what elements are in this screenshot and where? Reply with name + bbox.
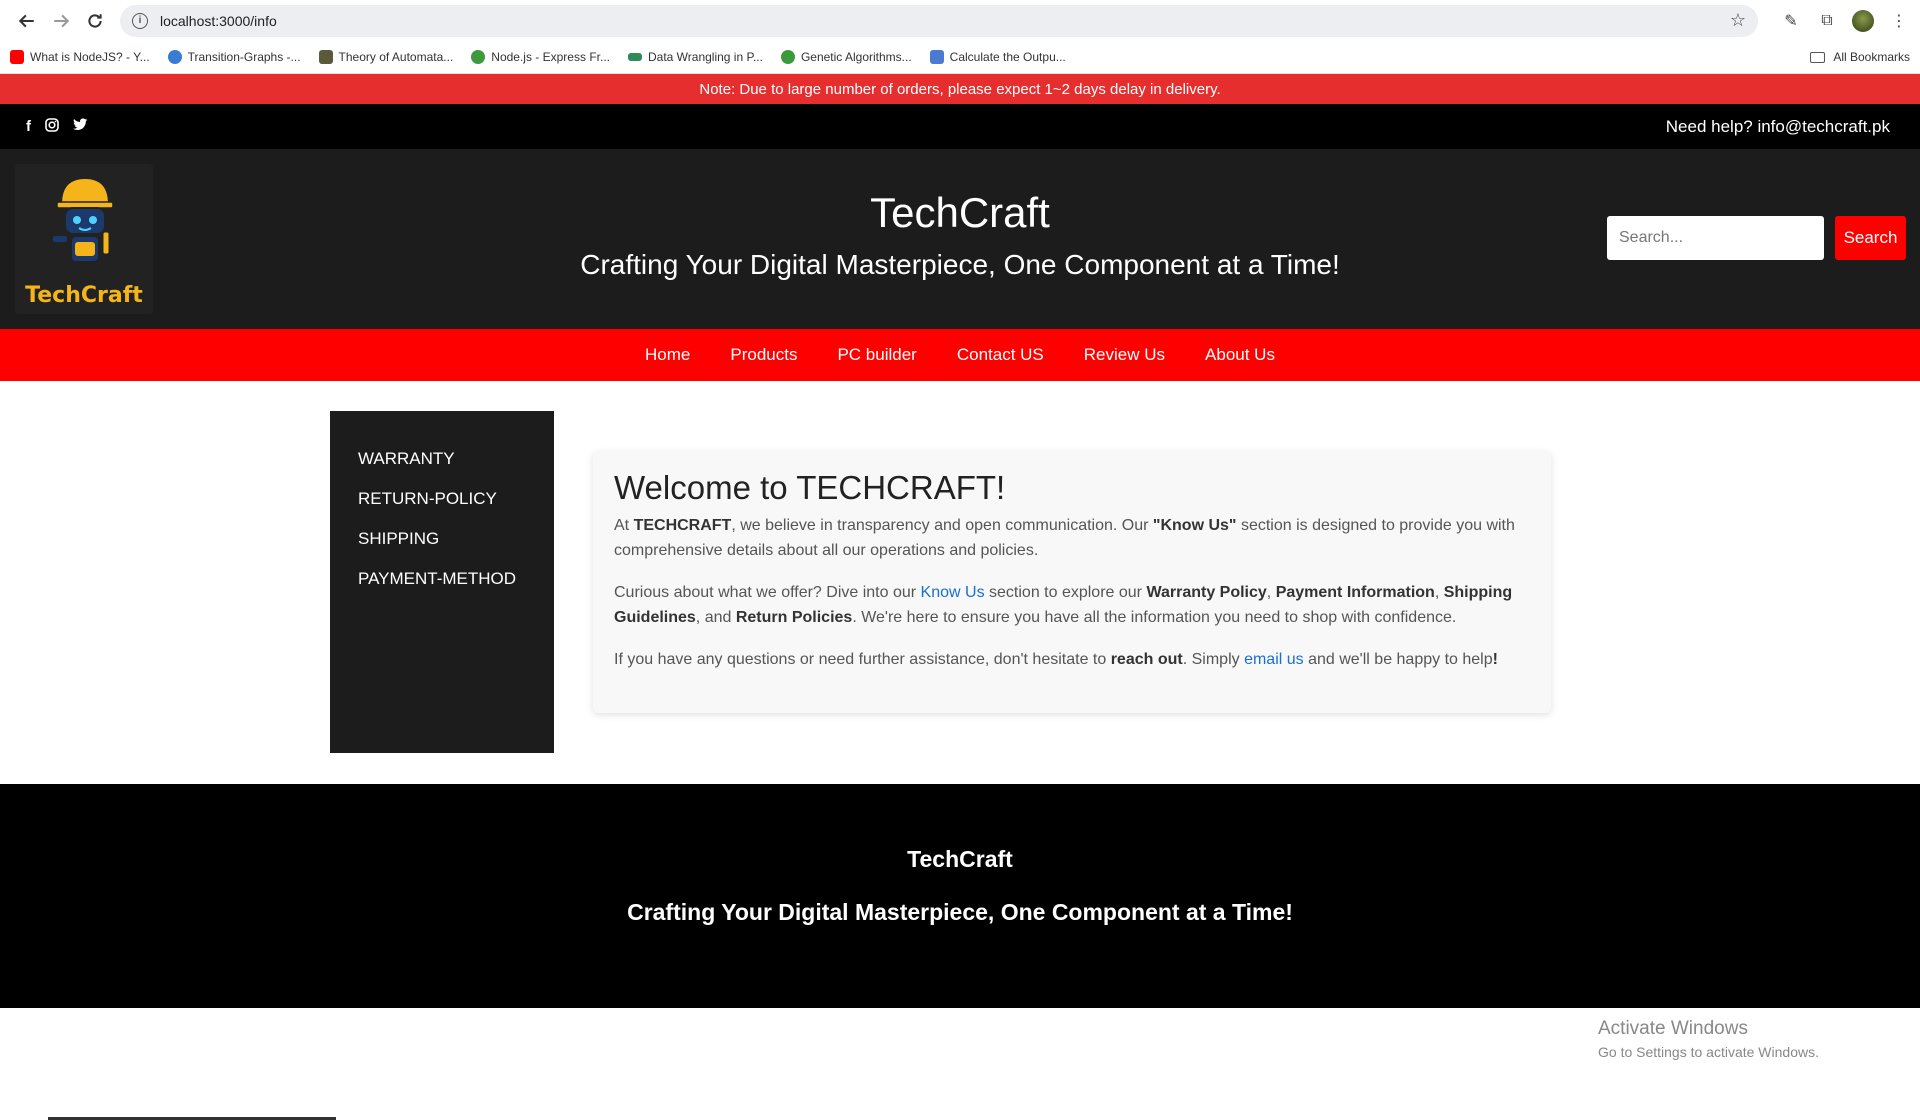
- text: At: [614, 517, 634, 534]
- nav-products[interactable]: Products: [710, 345, 817, 365]
- site-favicon-icon: [167, 50, 182, 64]
- info-sidebar: WARRANTY RETURN-POLICY SHIPPING PAYMENT-…: [330, 411, 554, 753]
- text-bold: TECHCRAFT: [633, 517, 732, 534]
- activate-subtitle: Go to Settings to activate Windows.: [1598, 1044, 1819, 1060]
- text: ,: [1434, 584, 1444, 601]
- sidebar-item-shipping[interactable]: SHIPPING: [330, 519, 554, 559]
- text: , we believe in transparency and open co…: [731, 517, 1153, 534]
- bookmark-item[interactable]: Theory of Automata...: [318, 50, 454, 64]
- text: and we'll be happy to help: [1303, 651, 1493, 668]
- text: Curious about what we offer? Dive into o…: [614, 584, 921, 601]
- nav-home[interactable]: Home: [625, 345, 710, 365]
- address-bar[interactable]: i localhost:3000/info ☆: [120, 4, 1758, 37]
- reload-icon: [88, 13, 102, 28]
- text: section to explore our: [984, 584, 1147, 601]
- footer-title: TechCraft: [907, 846, 1013, 872]
- welcome-card: Welcome to TECHCRAFT! At TECHCRAFT, we b…: [593, 451, 1551, 713]
- arrow-left-icon: [18, 14, 34, 27]
- back-button[interactable]: [10, 4, 44, 38]
- text: . Simply: [1182, 651, 1245, 668]
- footer-tagline: Crafting Your Digital Masterpiece, One C…: [627, 899, 1293, 925]
- email-us-link[interactable]: email us: [1244, 651, 1304, 668]
- site-favicon-icon: [929, 50, 944, 64]
- youtube-favicon-icon: [10, 50, 24, 64]
- site-header: TechCraft TechCraft Crafting Your Digita…: [0, 149, 1920, 329]
- twitter-icon[interactable]: [73, 118, 88, 135]
- site-info-icon[interactable]: i: [132, 12, 148, 29]
- delivery-notice: Note: Due to large number of orders, ple…: [0, 74, 1920, 104]
- sidebar-item-payment-method[interactable]: PAYMENT-METHOD: [330, 559, 554, 599]
- bookmark-item[interactable]: Node.js - Express Fr...: [471, 50, 610, 64]
- sidebar-item-warranty[interactable]: WARRANTY: [330, 439, 554, 479]
- bookmark-label: Genetic Algorithms...: [800, 50, 912, 64]
- profile-avatar[interactable]: [1852, 9, 1874, 32]
- gfg-favicon-icon: [627, 53, 642, 61]
- node-favicon-icon: [471, 50, 486, 64]
- url-text: localhost:3000/info: [160, 12, 277, 29]
- node-favicon-icon: [780, 50, 795, 64]
- site-favicon-icon: [318, 50, 333, 64]
- text: . We're here to ensure you have all the …: [852, 609, 1457, 626]
- text: ,: [1266, 584, 1276, 601]
- text: If you have any questions or need furthe…: [614, 651, 1111, 668]
- search-input[interactable]: [1607, 216, 1824, 260]
- offer-paragraph: Curious about what we offer? Dive into o…: [614, 580, 1530, 630]
- nav-pc-builder[interactable]: PC builder: [817, 345, 936, 365]
- instagram-icon[interactable]: [45, 117, 59, 136]
- main-content: WARRANTY RETURN-POLICY SHIPPING PAYMENT-…: [0, 381, 1920, 784]
- bookmark-label: Transition-Graphs -...: [187, 50, 301, 64]
- bookmark-label: Calculate the Outpu...: [949, 50, 1066, 64]
- bookmark-item[interactable]: What is NodeJS? - Y...: [10, 50, 150, 64]
- logo-text: TechCraft: [25, 283, 143, 308]
- text-bold: Payment Information: [1275, 584, 1435, 601]
- nav-contact-us[interactable]: Contact US: [937, 345, 1064, 365]
- bookmark-item[interactable]: Genetic Algorithms...: [780, 50, 912, 64]
- bookmark-label: Data Wrangling in P...: [647, 50, 763, 64]
- intro-paragraph: At TECHCRAFT, we believe in transparency…: [614, 513, 1530, 563]
- bookmark-label: Node.js - Express Fr...: [491, 50, 610, 64]
- eyedropper-icon[interactable]: ✎: [1780, 10, 1802, 32]
- reload-button[interactable]: [78, 4, 112, 38]
- sidebar-item-return-policy[interactable]: RETURN-POLICY: [330, 479, 554, 519]
- text-bold: !: [1492, 651, 1498, 668]
- nav-about-us[interactable]: About Us: [1185, 345, 1295, 365]
- top-bar: f Need help? info@techcraft.pk: [0, 104, 1920, 149]
- activate-windows-watermark: Activate Windows Go to Settings to activ…: [1598, 1018, 1819, 1060]
- help-paragraph: If you have any questions or need furthe…: [614, 647, 1530, 672]
- extensions-icon[interactable]: ⧉: [1816, 10, 1838, 32]
- browser-toolbar: i localhost:3000/info ☆ ✎ ⧉ ⋮: [0, 0, 1920, 41]
- help-contact[interactable]: Need help? info@techcraft.pk: [1666, 117, 1890, 137]
- search-form: Search: [1607, 216, 1906, 260]
- text-bold: Return Policies: [735, 609, 853, 626]
- forward-button[interactable]: [44, 4, 78, 38]
- bookmark-label: What is NodeJS? - Y...: [30, 50, 150, 64]
- activate-title: Activate Windows: [1598, 1018, 1748, 1039]
- search-button[interactable]: Search: [1835, 216, 1906, 260]
- text-bold: Warranty Policy: [1146, 584, 1267, 601]
- bookmark-star-icon[interactable]: ☆: [1730, 10, 1746, 31]
- arrow-right-icon: [54, 14, 70, 27]
- all-bookmarks[interactable]: All Bookmarks: [1810, 50, 1910, 64]
- bookmark-item[interactable]: Data Wrangling in P...: [627, 50, 763, 64]
- welcome-title: Welcome to TECHCRAFT!: [614, 469, 1006, 506]
- nav-review-us[interactable]: Review Us: [1064, 345, 1185, 365]
- bookmarks-bar: What is NodeJS? - Y... Transition-Graphs…: [0, 41, 1920, 74]
- all-bookmarks-label: All Bookmarks: [1833, 50, 1910, 64]
- bookmark-item[interactable]: Transition-Graphs -...: [167, 50, 301, 64]
- facebook-icon[interactable]: f: [26, 118, 31, 135]
- text-bold: reach out: [1110, 651, 1183, 668]
- bookmark-item[interactable]: Calculate the Outpu...: [929, 50, 1066, 64]
- folder-icon: [1810, 51, 1826, 63]
- text-bold: "Know Us": [1152, 517, 1237, 534]
- menu-kebab-icon[interactable]: ⋮: [1888, 10, 1910, 32]
- site-footer: TechCraft Crafting Your Digital Masterpi…: [0, 784, 1920, 1008]
- main-nav: Home Products PC builder Contact US Revi…: [0, 329, 1920, 381]
- know-us-link[interactable]: Know Us: [921, 584, 985, 601]
- text: , and: [695, 609, 736, 626]
- bookmark-label: Theory of Automata...: [338, 50, 454, 64]
